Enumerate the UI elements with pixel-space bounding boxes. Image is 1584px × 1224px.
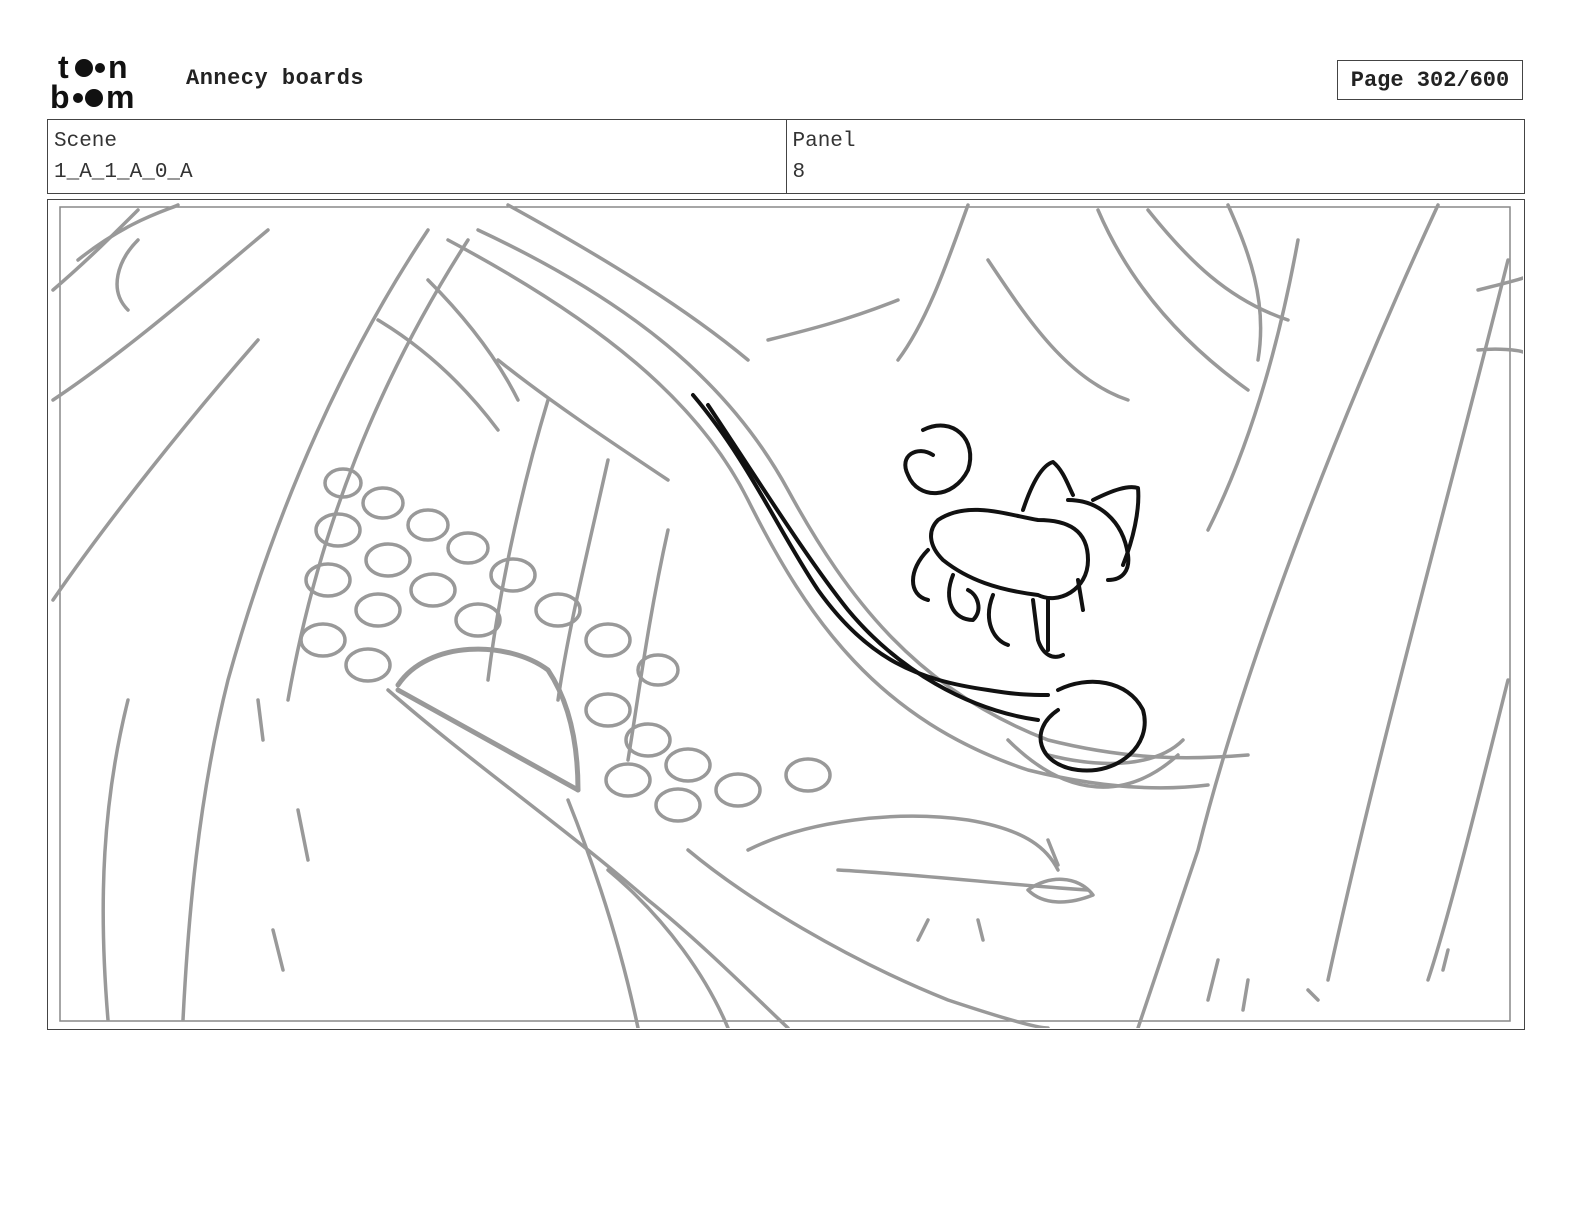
- panel-value: 8: [792, 161, 806, 184]
- safe-area-frame: [59, 206, 1511, 1022]
- scene-value: 1_A_1_A_0_A: [54, 161, 193, 184]
- scene-cell: Scene 1_A_1_A_0_A: [48, 120, 786, 193]
- scene-panel-info: Scene 1_A_1_A_0_A Panel 8: [47, 119, 1525, 194]
- page-number: Page 302/600: [1350, 67, 1510, 93]
- stone-scales: [299, 467, 832, 823]
- document-title: Annecy boards: [186, 66, 365, 91]
- svg-text:m: m: [106, 79, 134, 112]
- storyboard-sketch: [51, 203, 1523, 1028]
- svg-text:b: b: [50, 79, 70, 112]
- panel-cell: Panel 8: [785, 120, 1525, 193]
- toon-boom-logo: t n b m: [50, 50, 134, 112]
- page-number-box: Page 302/600: [1337, 60, 1523, 100]
- character-sketch: [691, 393, 1147, 773]
- background-sketch: [51, 203, 1523, 1028]
- slide-trail: [691, 393, 1050, 697]
- panel-label: Panel: [792, 130, 856, 153]
- scene-label: Scene: [54, 130, 118, 153]
- storyboard-panel-frame: [47, 199, 1525, 1030]
